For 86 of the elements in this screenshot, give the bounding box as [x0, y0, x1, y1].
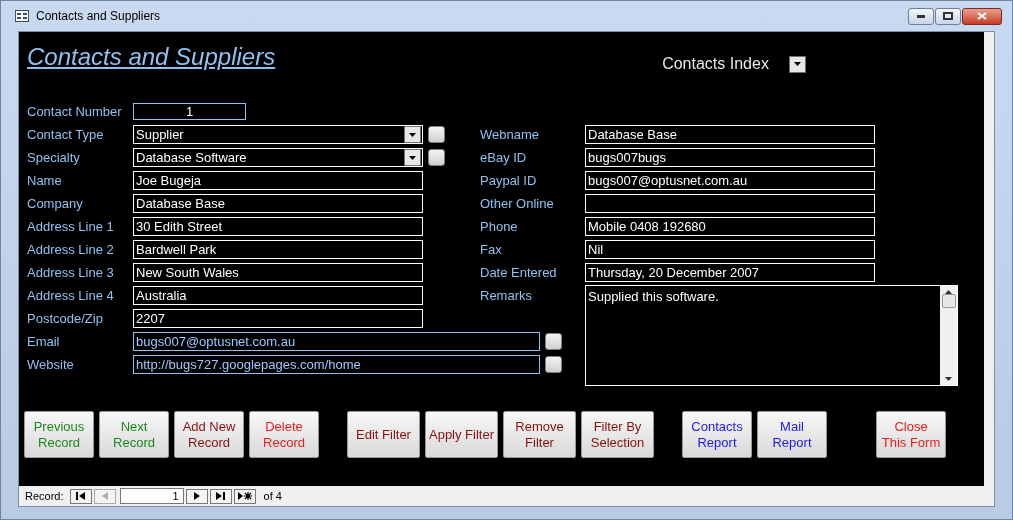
input-field[interactable]: bugs007@optusnet.com.au	[585, 171, 875, 190]
input-field[interactable]: Thursday, 20 December 2007	[585, 263, 875, 282]
caret-icon	[793, 62, 801, 66]
input-field[interactable]: http://bugs727.googlepages.com/home	[133, 355, 540, 374]
form-icon	[15, 10, 29, 22]
input-field[interactable]: bugs007bugs	[585, 148, 875, 167]
field-label: Webname	[480, 125, 540, 144]
input-field[interactable]: Bardwell Park	[133, 240, 423, 259]
field-label: Postcode/Zip	[27, 309, 104, 328]
record-number-field[interactable]: 1	[119, 488, 184, 504]
close-button[interactable]	[962, 7, 1002, 25]
field-label: Email	[27, 332, 61, 351]
new-record-button[interactable]	[233, 488, 256, 504]
dropdown-button[interactable]	[788, 55, 806, 73]
previous-icon	[101, 492, 108, 500]
small-button[interactable]	[545, 356, 562, 373]
scroll-thumb[interactable]	[941, 293, 956, 308]
form-button[interactable]: Filter By Selection	[581, 411, 654, 458]
field-label: Phone	[480, 217, 519, 236]
field-label: Other Online	[480, 194, 555, 213]
scrollbar[interactable]	[940, 286, 957, 385]
first-icon	[76, 492, 86, 500]
form-button[interactable]: Close This Form	[876, 411, 946, 458]
new-record-icon	[237, 492, 252, 500]
input-field[interactable]: New South Wales	[133, 263, 423, 282]
index-label: Contacts Index	[662, 54, 769, 74]
next-icon	[193, 492, 200, 500]
small-button[interactable]	[428, 149, 445, 166]
record-count: of 4	[263, 488, 282, 504]
field-label: Address Line 4	[27, 286, 115, 305]
field-label: Fax	[480, 240, 503, 259]
dropdown-button[interactable]	[404, 149, 421, 166]
number-field[interactable]: 1	[133, 103, 246, 120]
input-field[interactable]: Nil	[585, 240, 875, 259]
form-button[interactable]: Delete Record	[249, 411, 319, 458]
field-label: Website	[27, 355, 75, 374]
field-label: eBay ID	[480, 148, 528, 167]
input-field[interactable]	[585, 194, 875, 213]
form-title: Contacts and Suppliers	[27, 42, 276, 72]
input-field[interactable]: 30 Edith Street	[133, 217, 423, 236]
field-label: Name	[27, 171, 63, 190]
minimize-icon	[917, 14, 925, 18]
scroll-down-icon	[945, 377, 952, 381]
field-label: Address Line 1	[27, 217, 115, 236]
restore-button[interactable]	[935, 7, 961, 25]
form-button[interactable]: Contacts Report	[682, 411, 752, 458]
field-label: Company	[27, 194, 84, 213]
window-title: Contacts and Suppliers	[36, 8, 161, 25]
field-label: Date Entered	[480, 263, 558, 282]
input-field[interactable]: Database Base	[585, 125, 875, 144]
last-record-button[interactable]	[209, 488, 232, 504]
field-label: Specialty	[27, 148, 81, 167]
combo-box[interactable]: Database Software	[133, 148, 423, 167]
input-field[interactable]: Mobile 0408 192680	[585, 217, 875, 236]
caret-icon	[409, 132, 416, 137]
form-button[interactable]: Remove Filter	[503, 411, 576, 458]
combo-box[interactable]: Supplier	[133, 125, 423, 144]
form-button[interactable]: Apply Filter	[425, 411, 498, 458]
field-label: Contact Type	[27, 125, 105, 144]
close-icon	[977, 12, 987, 20]
input-field[interactable]: bugs007@optusnet.com.au	[133, 332, 540, 351]
input-field[interactable]: 2207	[133, 309, 423, 328]
caret-icon	[409, 155, 416, 160]
form-button[interactable]: Add New Record	[174, 411, 244, 458]
field-label: Remarks	[480, 287, 533, 305]
last-icon	[216, 492, 226, 500]
next-record-button[interactable]	[185, 488, 208, 504]
dropdown-button[interactable]	[404, 126, 421, 143]
remarks-field[interactable]: Supplied this software.	[585, 285, 958, 386]
field-label: Address Line 3	[27, 263, 115, 282]
field-label: Paypal ID	[480, 171, 538, 190]
form-button[interactable]: Next Record	[99, 411, 169, 458]
field-label: Contact Number	[27, 102, 123, 121]
form-button[interactable]: Previous Record	[24, 411, 94, 458]
restore-icon	[943, 12, 953, 20]
small-button[interactable]	[545, 333, 562, 350]
input-field[interactable]: Database Base	[133, 194, 423, 213]
input-field[interactable]: Australia	[133, 286, 423, 305]
record-label: Record:	[25, 488, 64, 504]
form-button[interactable]: Mail Report	[757, 411, 827, 458]
form-button[interactable]: Edit Filter	[347, 411, 420, 458]
minimize-button[interactable]	[908, 7, 934, 25]
small-button[interactable]	[428, 126, 445, 143]
first-record-button[interactable]	[69, 488, 92, 504]
input-field[interactable]: Joe Bugeja	[133, 171, 423, 190]
field-label: Address Line 2	[27, 240, 115, 259]
